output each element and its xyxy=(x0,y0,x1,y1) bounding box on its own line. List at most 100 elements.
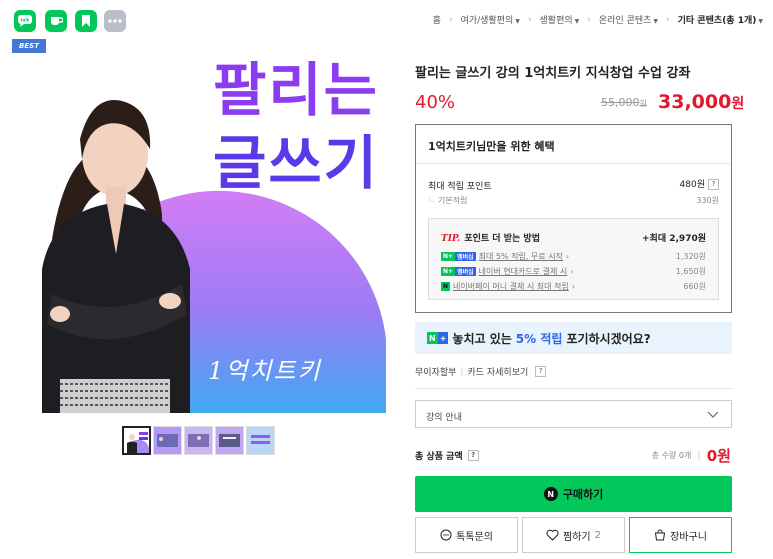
total-quantity: 총 수량 0개 xyxy=(651,451,692,460)
tip-title-text: 포인트 더 받는 방법 xyxy=(464,234,540,244)
tip-tag: TIP. xyxy=(441,234,461,244)
help-icon[interactable]: ? xyxy=(535,366,547,377)
wish-label: 찜하기 xyxy=(563,531,591,543)
installment-label: 무이자할부 xyxy=(415,368,457,378)
breadcrumb-separator: › xyxy=(448,14,453,25)
caret-down-icon: ▼ xyxy=(574,18,580,25)
wish-button[interactable]: 찜하기 2 xyxy=(522,517,625,553)
buy-label: 구매하기 xyxy=(562,488,604,501)
card-details-link[interactable]: 카드 자세히보기 xyxy=(467,365,528,378)
thumbnail-1[interactable] xyxy=(122,426,151,455)
product-title: 팔리는 글쓰기 강의 1억치트키 지식창업 수업 강좌 xyxy=(415,66,691,81)
talk-inquiry-button[interactable]: 톡톡문의 xyxy=(415,517,518,553)
tip-item-label: 네이버페이 머니 결제 시 최대 적립 xyxy=(453,282,569,291)
breadcrumb-leisure[interactable]: 여가/생활편의 ▼ xyxy=(461,13,520,26)
tip-max: +최대 2,970원 xyxy=(642,234,706,244)
membership-banner[interactable]: N + 놓치고 있는 5% 적립 포기하시겠어요? xyxy=(415,322,732,354)
more-icon[interactable] xyxy=(104,10,126,32)
breadcrumb-convenience[interactable]: 생활편의 ▼ xyxy=(540,13,580,26)
tip-item-membership[interactable]: N+ 멤버십 최대 5% 적립, 무료 시작 › xyxy=(441,251,569,262)
top-bar: talk 홈 › 여가/생활편의 ▼ › 생활편의 ▼ › 온라인 콘텐츠 ▼ › 기… xyxy=(0,0,773,40)
naver-plus-membership-badge: N+ 멤버십 xyxy=(441,252,476,261)
chevron-right-icon: › xyxy=(565,252,570,261)
thumbnail-strip xyxy=(122,426,275,455)
total-label: 총 상품 금액? xyxy=(415,449,479,462)
bookmark-share-icon[interactable] xyxy=(75,10,97,32)
divider xyxy=(415,388,732,389)
thumbnail-3[interactable] xyxy=(184,426,213,455)
max-point-amount: 480원 xyxy=(679,180,705,190)
thumbnail-2[interactable] xyxy=(153,426,182,455)
original-price: 55,000원 xyxy=(601,96,647,109)
cart-label: 장바구니 xyxy=(670,531,707,543)
breadcrumb-current[interactable]: 기타 콘텐츠(총 1개) ▼ xyxy=(678,13,763,26)
breadcrumb: 홈 › 여가/생활편의 ▼ › 생활편의 ▼ › 온라인 콘텐츠 ▼ › 기타 콘텐츠… xyxy=(433,13,763,27)
banner-text-after: 포기하시겠어요? xyxy=(566,331,651,346)
benefit-header: 1억치트키님만을 위한 혜택 xyxy=(416,125,731,164)
sale-price-value: 33,000 xyxy=(658,91,732,113)
total-label-text: 총 상품 금액 xyxy=(415,452,463,462)
tip-item-label: 네이버 현대카드로 결제 시 xyxy=(478,267,568,276)
caret-down-icon: ▼ xyxy=(758,18,763,25)
chevron-right-icon: › xyxy=(571,282,575,291)
breadcrumb-online-content[interactable]: 온라인 콘텐츠 ▼ xyxy=(599,13,658,26)
separator: | xyxy=(460,366,464,377)
help-icon[interactable]: ? xyxy=(708,179,719,190)
breadcrumb-label: 여가/생활편의 xyxy=(460,16,514,26)
tip-item-value: 1,320원 xyxy=(675,252,706,261)
hero-title-line2: 글쓰기 xyxy=(212,129,380,197)
badge-n: N xyxy=(427,332,438,344)
banner-highlight: 5% 적립 xyxy=(515,331,563,346)
cart-button[interactable]: 장바구니 xyxy=(629,517,732,553)
help-icon[interactable]: ? xyxy=(467,450,479,461)
tip-box: TIP. 포인트 더 받는 방법 +최대 2,970원 N+ 멤버십 최대 5% 적… xyxy=(428,218,719,300)
thumbnail-4[interactable] xyxy=(215,426,244,455)
sale-price: 33,000원 xyxy=(658,91,744,113)
hero-title-line1: 팔리는 xyxy=(212,56,380,124)
badge-plus: + xyxy=(437,332,449,344)
base-point-text: 기본적립 xyxy=(437,196,468,205)
total-summary: 총 수량 0개 | 0원 xyxy=(652,445,731,466)
chat-bubble-icon xyxy=(440,529,452,541)
heart-icon xyxy=(546,529,559,541)
naver-pay-icon: N xyxy=(543,487,558,501)
separator: | xyxy=(697,450,701,461)
breadcrumb-label: 기타 콘텐츠(총 1개) xyxy=(677,16,757,26)
chevron-right-icon: › xyxy=(570,267,574,276)
base-point-value: 330원 xyxy=(696,196,719,205)
option-select[interactable]: 강의 안내 xyxy=(415,400,732,428)
breadcrumb-separator: › xyxy=(527,14,532,25)
buy-button[interactable]: N 구매하기 xyxy=(415,476,732,512)
breadcrumb-home[interactable]: 홈 xyxy=(433,13,441,26)
max-point-value: 480원? xyxy=(680,177,719,190)
benefit-box: 1억치트키님만을 위한 혜택 최대 적립 포인트 480원? ㄴ 기본적립 33… xyxy=(415,124,732,313)
card-info: 무이자할부 | 카드 자세히보기 ? xyxy=(415,365,547,378)
chevron-down-icon xyxy=(707,411,719,418)
tip-item-value: 660원 xyxy=(683,282,706,291)
breadcrumb-separator: › xyxy=(587,14,591,25)
cafe-share-icon[interactable] xyxy=(45,10,67,32)
hero-signature: 1억치트키 xyxy=(208,357,322,385)
tip-item-naverpay-money[interactable]: N 네이버페이 머니 결제 시 최대 적립 › xyxy=(441,281,575,292)
tip-item-hyundai-card[interactable]: N+ 멤버십 네이버 현대카드로 결제 시 › xyxy=(441,266,573,277)
talk-share-icon[interactable]: talk xyxy=(14,10,36,32)
discount-rate: 40% xyxy=(415,92,456,113)
option-selected-value: 강의 안내 xyxy=(426,413,462,423)
breadcrumb-separator: › xyxy=(666,14,670,25)
max-point-label: 최대 적립 포인트 xyxy=(428,182,492,192)
product-main-image[interactable]: BEST 팔리는 글쓰기 1억치트키 xyxy=(12,39,386,413)
svg-text:talk: talk xyxy=(21,18,30,23)
inquiry-label: 톡톡문의 xyxy=(456,531,493,543)
thumbnail-5[interactable] xyxy=(246,426,275,455)
sub-arrow-icon: ㄴ xyxy=(428,196,436,205)
sale-price-unit: 원 xyxy=(731,96,745,112)
tip-item-value: 1,650원 xyxy=(675,267,706,276)
caret-down-icon: ▼ xyxy=(515,18,520,25)
tip-title: TIP. 포인트 더 받는 방법 xyxy=(441,231,540,244)
original-price-unit: 원 xyxy=(639,99,647,108)
naver-plus-membership-badge: N+ 멤버십 xyxy=(441,267,476,276)
naver-plus-icon: N + xyxy=(427,332,449,344)
shopping-bag-icon xyxy=(655,529,666,541)
banner-text-before: 놓치고 있는 xyxy=(452,331,512,346)
caret-down-icon: ▼ xyxy=(653,18,659,25)
